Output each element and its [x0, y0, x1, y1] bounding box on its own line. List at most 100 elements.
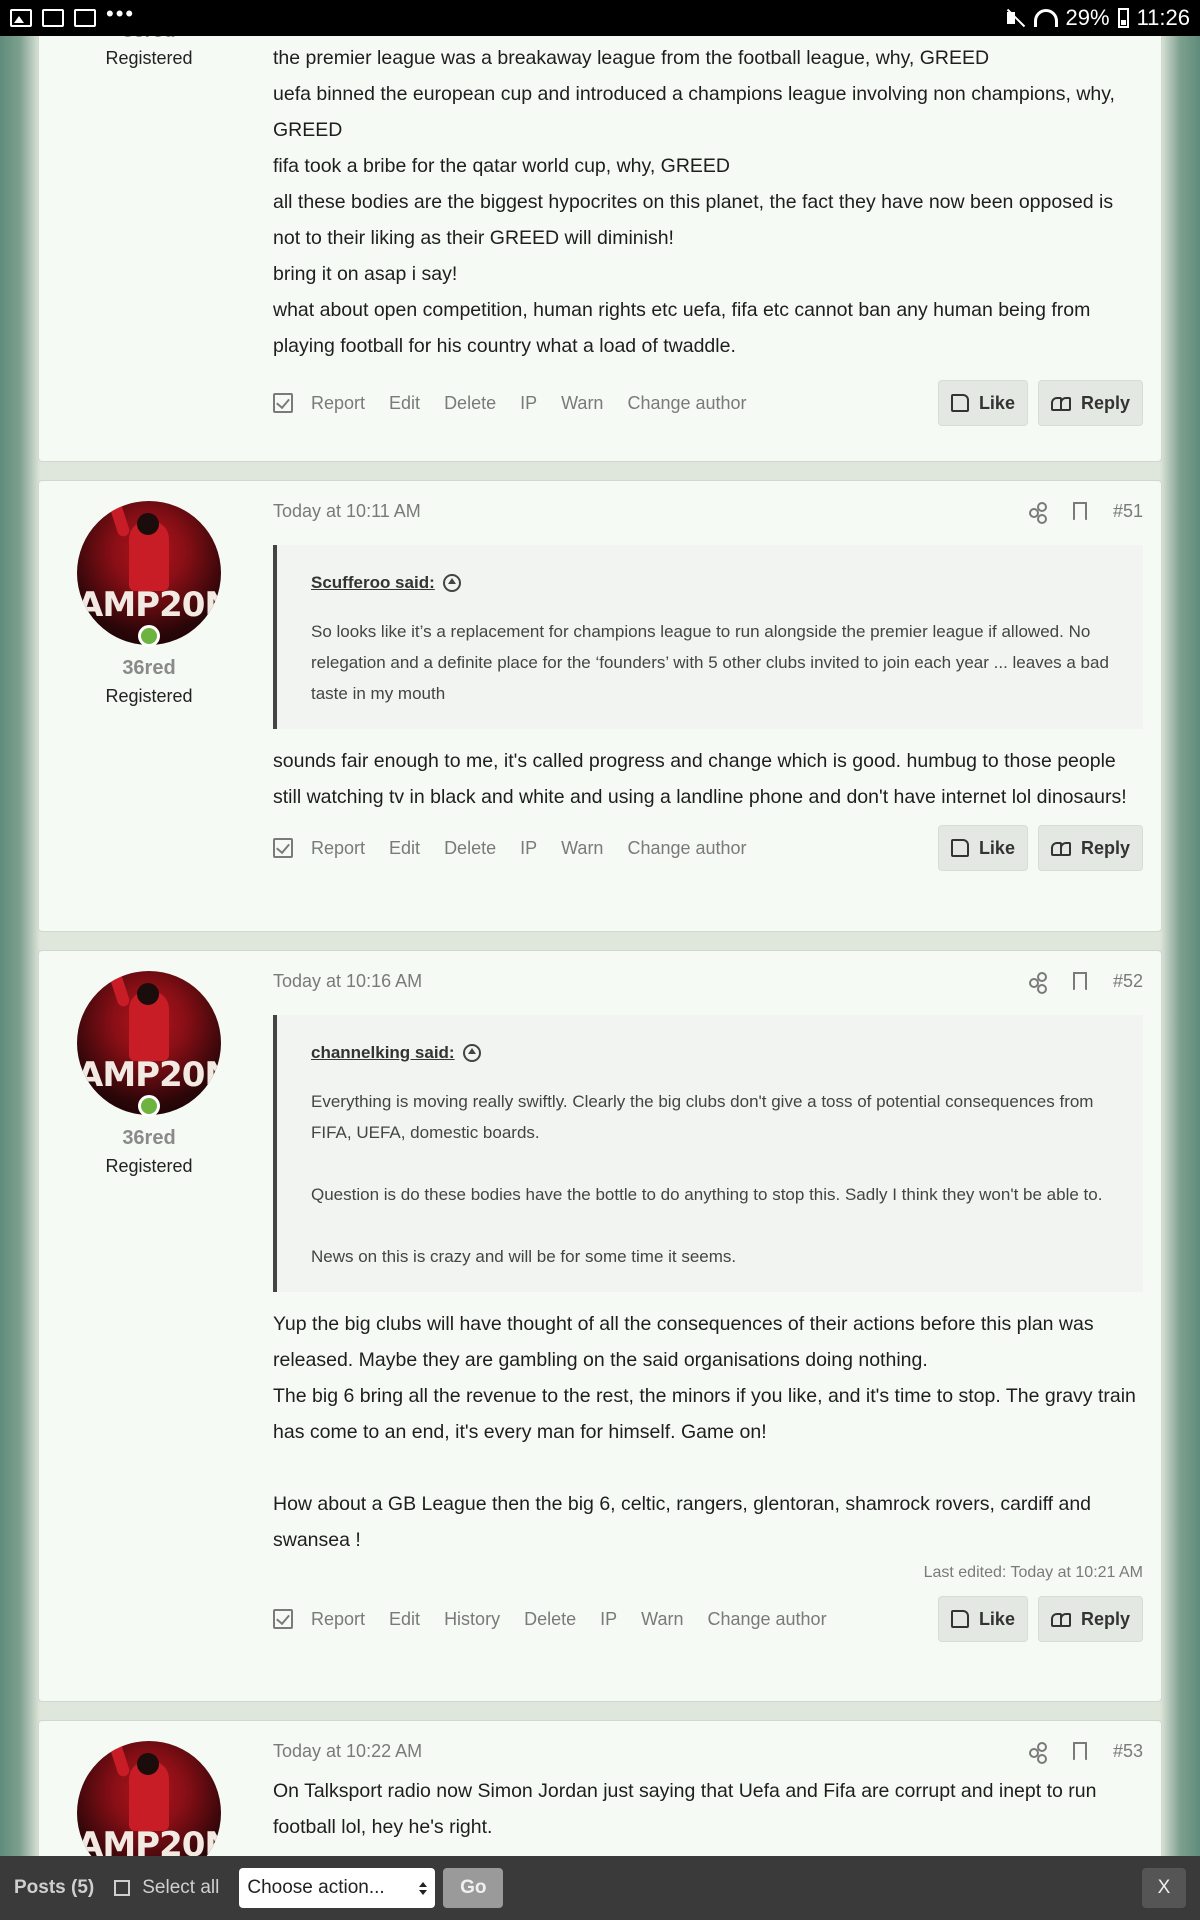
post-paragraph: all these bodies are the biggest hypocri…	[273, 191, 1114, 249]
quote-icon	[1050, 1611, 1071, 1627]
avatar[interactable]: AMP20NS	[77, 501, 221, 645]
ip-link[interactable]: IP	[600, 1609, 617, 1630]
post-paragraph: On Talksport radio now Simon Jordan just…	[273, 1780, 1097, 1838]
thumbs-up-icon	[950, 394, 969, 412]
post-content: Today at 10:16 AM #52 channelking said: …	[273, 965, 1143, 1642]
post-paragraph: Yup the big clubs will have thought of a…	[273, 1313, 1094, 1371]
online-status-icon	[138, 1095, 160, 1117]
select-checkbox-icon[interactable]	[273, 393, 293, 413]
select-all-label[interactable]: Select all	[142, 1877, 219, 1899]
moderation-bar: Posts (5) Select all Choose action... Go…	[0, 1856, 1200, 1920]
share-icon[interactable]	[1028, 972, 1047, 990]
post-body: On Talksport radio now Simon Jordan just…	[273, 1773, 1143, 1845]
post-actions: Report Edit Delete IP Warn Change author…	[273, 825, 1143, 871]
warn-link[interactable]: Warn	[641, 1609, 683, 1630]
report-link[interactable]: Report	[311, 838, 365, 859]
post-meta: Today at 10:16 AM #52	[273, 965, 1143, 997]
post-timestamp[interactable]: Today at 10:11 AM	[273, 501, 421, 522]
quote-block: Scufferoo said: So looks like it’s a rep…	[273, 545, 1143, 729]
action-select[interactable]: Choose action...	[239, 1868, 436, 1908]
jump-to-quote-icon[interactable]	[462, 1043, 481, 1062]
reply-button[interactable]: Reply	[1037, 825, 1143, 871]
like-button[interactable]: Like	[937, 380, 1028, 426]
quote-text: So looks like it’s a replacement for cha…	[311, 622, 1109, 703]
report-link[interactable]: Report	[311, 393, 365, 414]
like-button[interactable]: Like	[937, 825, 1028, 871]
post-timestamp[interactable]: Today at 10:16 AM	[273, 971, 422, 992]
report-link[interactable]: Report	[311, 1609, 365, 1630]
share-icon[interactable]	[1028, 1742, 1047, 1760]
bookmark-icon[interactable]	[1072, 972, 1087, 991]
bookmark-icon[interactable]	[1072, 502, 1087, 521]
post-paragraph: bring it on asap i say!	[273, 263, 458, 285]
reply-label: Reply	[1080, 837, 1130, 858]
author-name[interactable]: 36red	[39, 1127, 259, 1150]
delete-link[interactable]: Delete	[444, 838, 496, 859]
ip-link[interactable]: IP	[520, 838, 537, 859]
delete-link[interactable]: Delete	[524, 1609, 576, 1630]
author-name[interactable]: 36red	[39, 657, 259, 680]
post-paragraph	[273, 1450, 1143, 1486]
change-author-link[interactable]: Change author	[627, 838, 746, 859]
edit-link[interactable]: Edit	[389, 1609, 420, 1630]
post-content: dont forget: the premier league was a br…	[273, 22, 1143, 426]
delete-link[interactable]: Delete	[444, 393, 496, 414]
action-select-value: Choose action...	[247, 1877, 385, 1898]
more-notifications-icon: •••	[106, 1, 136, 26]
select-all-checkbox[interactable]	[114, 1880, 131, 1896]
last-edited: Last edited: Today at 10:21 AM	[923, 1564, 1143, 1581]
select-arrows-icon	[419, 1881, 428, 1895]
ip-link[interactable]: IP	[520, 393, 537, 414]
quote-author-link[interactable]: channelking said:	[311, 1037, 455, 1068]
like-button[interactable]: Like	[937, 1596, 1028, 1642]
mute-icon	[1004, 8, 1026, 28]
edit-link[interactable]: Edit	[389, 393, 420, 414]
post-number[interactable]: #52	[1113, 971, 1143, 992]
author-role: Registered	[105, 686, 193, 706]
quote-text: Question is do these bodies have the bot…	[311, 1185, 1103, 1204]
quote-author-link[interactable]: Scufferoo said:	[311, 567, 435, 598]
jump-to-quote-icon[interactable]	[442, 573, 461, 592]
go-button[interactable]: Go	[443, 1868, 504, 1908]
change-author-link[interactable]: Change author	[707, 1609, 826, 1630]
history-link[interactable]: History	[444, 1609, 500, 1630]
select-checkbox-icon[interactable]	[273, 1609, 293, 1629]
wifi-icon	[1033, 9, 1058, 27]
quote-block: channelking said: Everything is moving r…	[273, 1015, 1143, 1292]
post-body: Yup the big clubs will have thought of a…	[273, 1306, 1143, 1558]
post-meta: Today at 10:11 AM #51	[273, 495, 1143, 527]
like-label: Like	[978, 1608, 1015, 1629]
author-role: Registered	[105, 1156, 193, 1176]
quote-text: News on this is crazy and will be for so…	[311, 1247, 737, 1266]
bookmark-icon[interactable]	[1072, 1742, 1087, 1761]
status-bar: ••• 29% 11:26	[0, 0, 1200, 36]
avatar[interactable]: AMP20NS	[77, 971, 221, 1115]
warn-link[interactable]: Warn	[561, 838, 603, 859]
change-author-link[interactable]: Change author	[627, 393, 746, 414]
post-paragraph: fifa took a bribe for the qatar world cu…	[273, 155, 731, 177]
mail-notification-icon	[42, 9, 64, 27]
post-52: AMP20NS 36red Registered Today at 10:16 …	[38, 950, 1162, 1702]
author-role: Registered	[105, 48, 193, 68]
post-paragraph: uefa binned the european cup and introdu…	[273, 83, 1115, 141]
post-paragraph: sounds fair enough to me, it's called pr…	[273, 750, 1127, 808]
thumbs-up-icon	[950, 1610, 969, 1628]
share-icon[interactable]	[1028, 502, 1047, 520]
post-meta: Today at 10:22 AM #53	[273, 1735, 1143, 1767]
post-number[interactable]: #53	[1113, 1741, 1143, 1762]
post-content: Today at 10:11 AM #51 Scufferoo said: So…	[273, 495, 1143, 871]
select-checkbox-icon[interactable]	[273, 838, 293, 858]
online-status-icon	[138, 625, 160, 647]
close-button[interactable]: X	[1142, 1868, 1186, 1908]
edit-link[interactable]: Edit	[389, 838, 420, 859]
gallery-notification-icon	[10, 9, 32, 27]
warn-link[interactable]: Warn	[561, 393, 603, 414]
post-number[interactable]: #51	[1113, 501, 1143, 522]
post-paragraph: How about a GB League then the big 6, ce…	[273, 1493, 1092, 1551]
reply-button[interactable]: Reply	[1037, 1596, 1143, 1642]
quote-icon	[1050, 395, 1071, 411]
reply-button[interactable]: Reply	[1037, 380, 1143, 426]
quote-text: Everything is moving really swiftly. Cle…	[311, 1092, 1094, 1142]
clock: 11:26	[1136, 5, 1190, 30]
post-timestamp[interactable]: Today at 10:22 AM	[273, 1741, 422, 1762]
